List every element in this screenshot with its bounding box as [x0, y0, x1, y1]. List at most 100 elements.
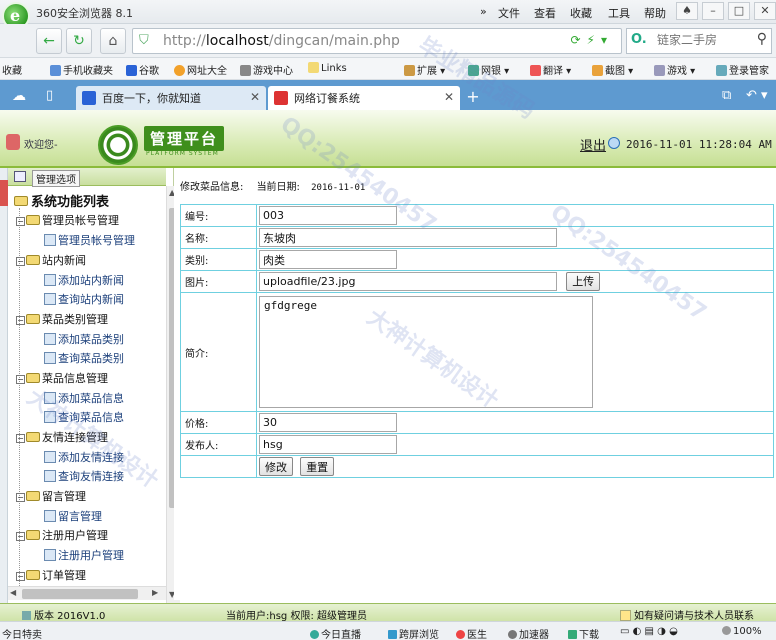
- tree-item-add-dish-category[interactable]: 添加菜品类别: [44, 331, 124, 347]
- tree-group-dish-info[interactable]: − 菜品信息管理: [16, 370, 108, 386]
- undo-icon[interactable]: ↶ ▾: [746, 88, 768, 103]
- fav-item[interactable]: 谷歌: [126, 62, 159, 77]
- home-button[interactable]: ⌂: [100, 28, 126, 54]
- edit-icon: [44, 411, 56, 423]
- tree-group-admin-account[interactable]: − 管理员帐号管理: [16, 212, 119, 228]
- status-doctor[interactable]: 医生: [456, 626, 487, 640]
- tree-group-links[interactable]: − 友情连接管理: [16, 429, 108, 445]
- menu-view[interactable]: 查看: [534, 5, 556, 21]
- sidebar-marker[interactable]: [0, 180, 8, 206]
- status-download[interactable]: 下载: [568, 626, 599, 640]
- search-engine-icon[interactable]: O.: [631, 32, 647, 47]
- edit-icon: [44, 470, 56, 482]
- restore-tabs-icon[interactable]: ⧉: [722, 88, 731, 103]
- tree-item-query-dish-category[interactable]: 查询菜品类别: [44, 350, 124, 366]
- id-field[interactable]: [259, 206, 397, 225]
- tree-item-admin-account[interactable]: 管理员帐号管理: [44, 232, 135, 248]
- search-input[interactable]: [657, 33, 747, 47]
- menu-help[interactable]: 帮助: [644, 5, 666, 21]
- maximize-button[interactable]: □: [728, 2, 750, 20]
- fav-item[interactable]: 登录管家: [716, 62, 769, 77]
- url-field[interactable]: ⛉ http://localhost/dingcan/main.php ⟳⚡▾: [132, 28, 622, 54]
- logout-link[interactable]: 退出: [580, 135, 606, 154]
- tree-group-orders[interactable]: − 订单管理: [16, 567, 86, 583]
- status-accelerator[interactable]: 加速器: [508, 626, 549, 640]
- tree-item-add-link[interactable]: 添加友情连接: [44, 449, 124, 465]
- upload-button[interactable]: 上传: [566, 271, 601, 291]
- scroll-thumb[interactable]: [22, 589, 138, 599]
- cloud-icon[interactable]: ☁: [12, 88, 26, 104]
- status-zoom[interactable]: 100%: [722, 626, 762, 637]
- tree-group-dish-category[interactable]: − 菜品类别管理: [16, 311, 108, 327]
- phone-icon[interactable]: ▯: [46, 88, 53, 103]
- close-tab-icon[interactable]: ✕: [444, 90, 454, 104]
- tree-item-add-news[interactable]: 添加站内新闻: [44, 272, 124, 288]
- fav-item[interactable]: 翻译 ▾: [530, 62, 571, 77]
- tab-baidu[interactable]: 百度一下，你就知道 ✕: [76, 86, 266, 110]
- tree-item-messages[interactable]: 留言管理: [44, 508, 102, 524]
- logout-icon[interactable]: [608, 137, 620, 149]
- search-icon[interactable]: ⚲: [757, 31, 767, 47]
- menu-arrows-icon[interactable]: »: [480, 5, 487, 18]
- form-row-actions: 修改 重置: [180, 455, 774, 478]
- edit-icon: [44, 234, 56, 246]
- tab-ordering-system[interactable]: 网络订餐系统 ✕: [268, 86, 460, 110]
- fav-item[interactable]: 网银 ▾: [468, 62, 509, 77]
- menu-favorites[interactable]: 收藏: [570, 5, 592, 21]
- sidebar-horizontal-scrollbar[interactable]: ◀ ▶: [8, 586, 166, 600]
- fav-item[interactable]: 网址大全: [174, 62, 227, 77]
- url-action-icons[interactable]: ⟳⚡▾: [570, 33, 613, 47]
- back-button[interactable]: ←: [36, 28, 62, 54]
- fav-item[interactable]: Links: [308, 62, 347, 74]
- fav-item[interactable]: 游戏 ▾: [654, 62, 695, 77]
- price-field[interactable]: [259, 413, 397, 432]
- publisher-field[interactable]: [259, 435, 397, 454]
- tree-root[interactable]: 系统功能列表: [14, 191, 109, 210]
- sidebar-header-label[interactable]: 管理选项: [32, 170, 80, 187]
- category-field[interactable]: [259, 250, 397, 269]
- fav-item[interactable]: 收藏: [2, 62, 22, 77]
- menu-file[interactable]: 文件: [498, 5, 520, 21]
- close-window-button[interactable]: ✕: [754, 2, 776, 20]
- reset-button[interactable]: 重置: [300, 457, 335, 476]
- tree-group-messages[interactable]: − 留言管理: [16, 488, 86, 504]
- date-value: 2016-11-01: [311, 183, 366, 193]
- search-box[interactable]: O. ⚲: [626, 28, 772, 54]
- tree-item-query-dish-info[interactable]: 查询菜品信息: [44, 409, 124, 425]
- menu-tools[interactable]: 工具: [608, 5, 630, 21]
- skin-icon[interactable]: ♠: [676, 2, 698, 20]
- scroll-left-icon[interactable]: ◀: [10, 588, 16, 597]
- tree-item-query-link[interactable]: 查询友情连接: [44, 468, 124, 484]
- tree-group-users[interactable]: − 注册用户管理: [16, 527, 108, 543]
- close-tab-icon[interactable]: ✕: [250, 90, 260, 104]
- form-row-publisher: 发布人:: [180, 433, 774, 456]
- name-field[interactable]: [259, 228, 557, 247]
- status-live[interactable]: 今日直播: [310, 626, 361, 640]
- minimize-button[interactable]: –: [702, 2, 724, 20]
- fav-item[interactable]: 截图 ▾: [592, 62, 633, 77]
- refresh-button[interactable]: ↻: [66, 28, 92, 54]
- status-icons[interactable]: ▭ ◐ ▤ ◑ ◒: [620, 626, 678, 637]
- fav-item[interactable]: 手机收藏夹: [50, 62, 113, 77]
- tree-item-users[interactable]: 注册用户管理: [44, 547, 124, 563]
- edit-dish-form: 编号: 名称: 类别: 图片: 上传 简介: gfdgrege 价格: 发布人: [180, 204, 774, 478]
- version-text: 版本 2016V1.0: [22, 607, 105, 622]
- tree-item-add-dish-info[interactable]: 添加菜品信息: [44, 390, 124, 406]
- submit-button[interactable]: 修改: [259, 457, 293, 476]
- new-tab-button[interactable]: +: [462, 88, 484, 108]
- scroll-right-icon[interactable]: ▶: [152, 588, 158, 597]
- id-label: 编号:: [180, 204, 257, 227]
- status-cross-screen[interactable]: 跨屏浏览: [388, 626, 439, 640]
- form-cell: [256, 204, 774, 227]
- edit-icon: [44, 274, 56, 286]
- tree-group-news[interactable]: − 站内新闻: [16, 252, 86, 268]
- image-path-field[interactable]: [259, 272, 557, 292]
- fav-item[interactable]: 游戏中心: [240, 62, 293, 77]
- intro-textarea[interactable]: gfdgrege: [259, 296, 593, 408]
- status-today-sale[interactable]: 今日特卖: [2, 626, 42, 640]
- tree-item-query-news[interactable]: 查询站内新闻: [44, 291, 124, 307]
- form-cell: [256, 433, 774, 456]
- fav-item[interactable]: 扩展 ▾: [404, 62, 445, 77]
- browser-statusbar: 今日特卖 今日直播 跨屏浏览 医生 加速器 下载 ▭ ◐ ▤ ◑ ◒ 100%: [0, 621, 776, 640]
- folder-icon: [26, 530, 40, 540]
